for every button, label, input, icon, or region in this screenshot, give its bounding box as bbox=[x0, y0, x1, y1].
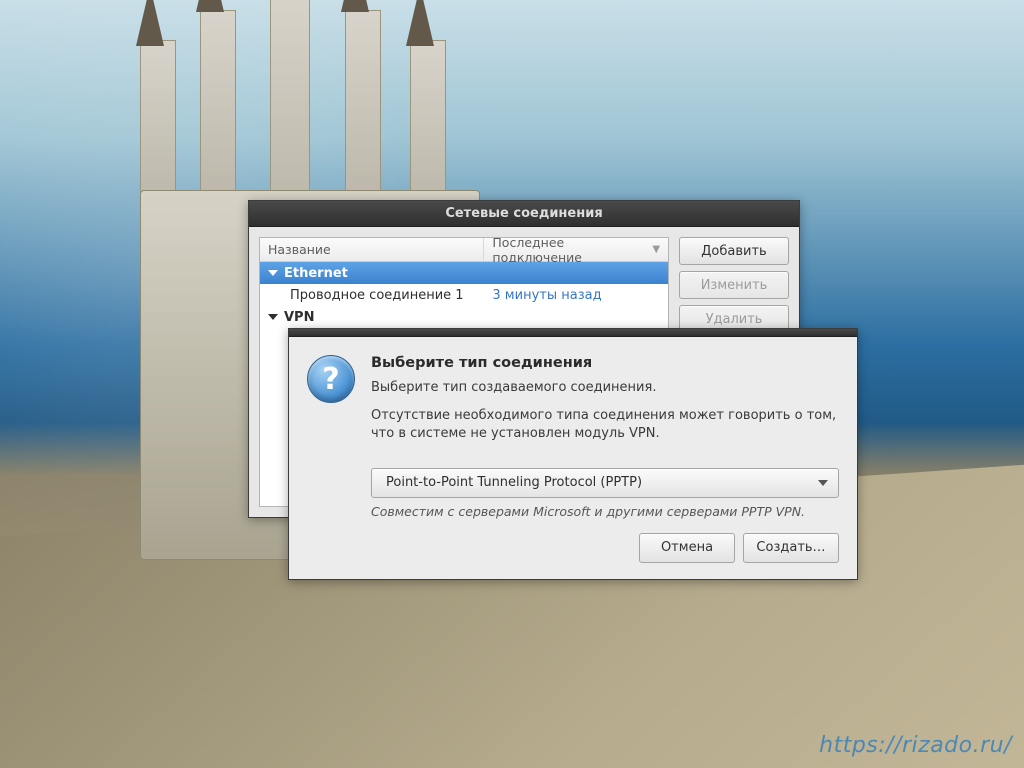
section-label: VPN bbox=[284, 310, 314, 325]
chevron-down-icon bbox=[818, 480, 828, 486]
question-icon: ? bbox=[307, 355, 355, 403]
connection-last-used: 3 минуты назад bbox=[484, 288, 668, 303]
create-button[interactable]: Создать… bbox=[743, 533, 839, 563]
dialog-description-1: Выберите тип создаваемого соединения. bbox=[371, 379, 839, 397]
dialog-heading: Выберите тип соединения bbox=[371, 355, 839, 371]
section-ethernet[interactable]: Ethernet bbox=[260, 262, 668, 284]
column-header-last-used[interactable]: Последнее подключение ▼ bbox=[484, 238, 668, 261]
desktop-wallpaper: Сетевые соединения Название Последнее по… bbox=[0, 0, 1024, 768]
dialog-description-2: Отсутствие необходимого типа соединения … bbox=[371, 407, 839, 443]
connection-type-dialog: ? Выберите тип соединения Выберите тип с… bbox=[288, 328, 858, 580]
edit-button[interactable]: Изменить bbox=[679, 271, 789, 299]
chevron-down-icon bbox=[268, 314, 278, 320]
connections-list-header: Название Последнее подключение ▼ bbox=[260, 238, 668, 262]
section-label: Ethernet bbox=[284, 266, 348, 281]
sort-descending-icon: ▼ bbox=[652, 244, 660, 255]
window-titlebar[interactable]: Сетевые соединения bbox=[249, 201, 799, 227]
chevron-down-icon bbox=[268, 270, 278, 276]
connection-name: Проводное соединение 1 bbox=[260, 288, 484, 303]
connection-type-combo[interactable]: Point-to-Point Tunneling Protocol (PPTP) bbox=[371, 468, 839, 498]
combo-selected-label: Point-to-Point Tunneling Protocol (PPTP) bbox=[386, 475, 818, 490]
dialog-text: Выберите тип соединения Выберите тип соз… bbox=[371, 355, 839, 454]
add-button[interactable]: Добавить bbox=[679, 237, 789, 265]
column-header-name[interactable]: Название bbox=[260, 238, 484, 261]
connection-row[interactable]: Проводное соединение 1 3 минуты назад bbox=[260, 284, 668, 306]
combo-description: Совместим с серверами Microsoft и другим… bbox=[371, 504, 839, 519]
watermark: https://rizado.ru/ bbox=[819, 733, 1012, 758]
cancel-button[interactable]: Отмена bbox=[639, 533, 735, 563]
section-vpn[interactable]: VPN bbox=[260, 306, 668, 328]
dialog-titlebar[interactable] bbox=[289, 329, 857, 337]
dialog-actions: Отмена Создать… bbox=[289, 519, 857, 579]
window-title: Сетевые соединения bbox=[445, 206, 602, 221]
